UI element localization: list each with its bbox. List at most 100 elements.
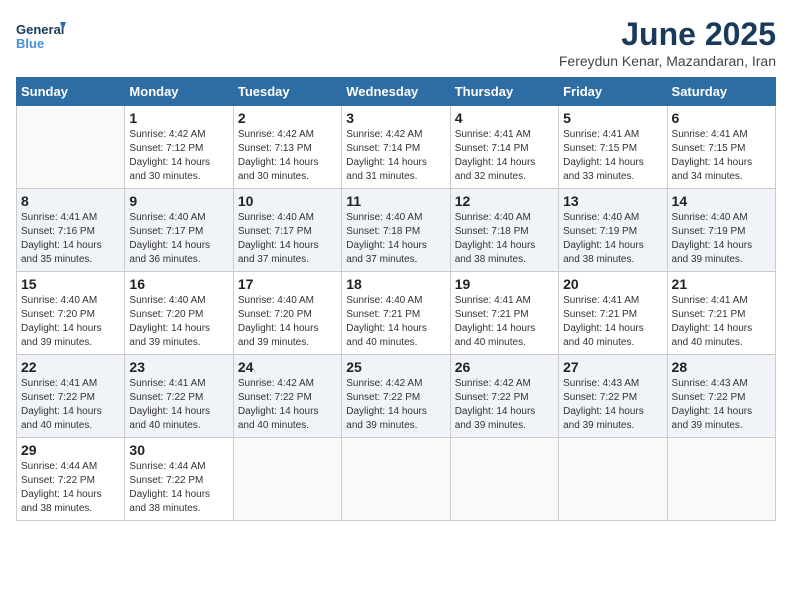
calendar-cell: 18 Sunrise: 4:40 AM Sunset: 7:21 PM Dayli… [342,272,450,355]
calendar-cell [17,106,125,189]
logo-svg: General Blue [16,16,66,58]
cell-info: Sunrise: 4:40 AM Sunset: 7:20 PM Dayligh… [238,294,337,350]
calendar-cell: 29 Sunrise: 4:44 AM Sunset: 7:22 PM Dayli… [17,438,125,521]
cell-info: Sunrise: 4:42 AM Sunset: 7:22 PM Dayligh… [238,377,337,433]
calendar-cell: 28 Sunrise: 4:43 AM Sunset: 7:22 PM Dayli… [667,355,775,438]
day-number: 17 [238,276,337,292]
day-number: 19 [455,276,554,292]
cell-info: Sunrise: 4:41 AM Sunset: 7:21 PM Dayligh… [455,294,554,350]
calendar-cell: 5 Sunrise: 4:41 AM Sunset: 7:15 PM Daylig… [559,106,667,189]
calendar-cell: 22 Sunrise: 4:41 AM Sunset: 7:22 PM Dayli… [17,355,125,438]
calendar-cell [342,438,450,521]
logo: General Blue [16,16,66,58]
header-day-tuesday: Tuesday [233,78,341,106]
month-title: June 2025 [559,16,776,53]
cell-info: Sunrise: 4:41 AM Sunset: 7:21 PM Dayligh… [672,294,771,350]
day-number: 16 [129,276,228,292]
cell-info: Sunrise: 4:42 AM Sunset: 7:13 PM Dayligh… [238,128,337,184]
day-number: 15 [21,276,120,292]
cell-info: Sunrise: 4:41 AM Sunset: 7:22 PM Dayligh… [21,377,120,433]
day-number: 26 [455,359,554,375]
cell-info: Sunrise: 4:41 AM Sunset: 7:15 PM Dayligh… [672,128,771,184]
cell-info: Sunrise: 4:40 AM Sunset: 7:17 PM Dayligh… [238,211,337,267]
cell-info: Sunrise: 4:43 AM Sunset: 7:22 PM Dayligh… [563,377,662,433]
day-number: 3 [346,110,445,126]
header-day-sunday: Sunday [17,78,125,106]
cell-info: Sunrise: 4:40 AM Sunset: 7:20 PM Dayligh… [129,294,228,350]
day-number: 1 [129,110,228,126]
cell-info: Sunrise: 4:42 AM Sunset: 7:12 PM Dayligh… [129,128,228,184]
day-number: 5 [563,110,662,126]
cell-info: Sunrise: 4:41 AM Sunset: 7:15 PM Dayligh… [563,128,662,184]
header-day-monday: Monday [125,78,233,106]
calendar-cell: 23 Sunrise: 4:41 AM Sunset: 7:22 PM Dayli… [125,355,233,438]
day-number: 27 [563,359,662,375]
calendar-cell: 11Sunrise: 4:40 AM Sunset: 7:18 PM Dayli… [342,189,450,272]
cell-info: Sunrise: 4:40 AM Sunset: 7:18 PM Dayligh… [346,211,445,267]
calendar-cell: 3 Sunrise: 4:42 AM Sunset: 7:14 PM Daylig… [342,106,450,189]
header-day-wednesday: Wednesday [342,78,450,106]
day-number: 18 [346,276,445,292]
header-day-friday: Friday [559,78,667,106]
day-number: 28 [672,359,771,375]
week-row-5: 29 Sunrise: 4:44 AM Sunset: 7:22 PM Dayli… [17,438,776,521]
day-number: 25 [346,359,445,375]
cell-info: Sunrise: 4:44 AM Sunset: 7:22 PM Dayligh… [129,460,228,516]
cell-info: Sunrise: 4:40 AM Sunset: 7:21 PM Dayligh… [346,294,445,350]
svg-text:General: General [16,22,64,37]
cell-info: Sunrise: 4:40 AM Sunset: 7:19 PM Dayligh… [563,211,662,267]
day-number: 21 [672,276,771,292]
header-day-thursday: Thursday [450,78,558,106]
day-number: 10 [238,193,337,209]
calendar-cell: 25 Sunrise: 4:42 AM Sunset: 7:22 PM Dayli… [342,355,450,438]
day-number: 9 [129,193,228,209]
cell-info: Sunrise: 4:40 AM Sunset: 7:17 PM Dayligh… [129,211,228,267]
day-number: 13 [563,193,662,209]
calendar-cell: 13 Sunrise: 4:40 AM Sunset: 7:19 PM Dayli… [559,189,667,272]
day-number: 23 [129,359,228,375]
day-number: 30 [129,442,228,458]
calendar-cell: 12Sunrise: 4:40 AM Sunset: 7:18 PM Dayli… [450,189,558,272]
cell-info: Sunrise: 4:42 AM Sunset: 7:14 PM Dayligh… [346,128,445,184]
location-subtitle: Fereydun Kenar, Mazandaran, Iran [559,53,776,69]
calendar-cell: 24 Sunrise: 4:42 AM Sunset: 7:22 PM Dayli… [233,355,341,438]
calendar-cell: 19 Sunrise: 4:41 AM Sunset: 7:21 PM Dayli… [450,272,558,355]
day-number: 24 [238,359,337,375]
cell-info: Sunrise: 4:41 AM Sunset: 7:16 PM Dayligh… [21,211,120,267]
header-day-saturday: Saturday [667,78,775,106]
calendar-cell: 8Sunrise: 4:41 AM Sunset: 7:16 PM Daylig… [17,189,125,272]
cell-info: Sunrise: 4:43 AM Sunset: 7:22 PM Dayligh… [672,377,771,433]
calendar-cell: 10 Sunrise: 4:40 AM Sunset: 7:17 PM Dayli… [233,189,341,272]
cell-info: Sunrise: 4:41 AM Sunset: 7:22 PM Dayligh… [129,377,228,433]
day-number: 22 [21,359,120,375]
header-row: SundayMondayTuesdayWednesdayThursdayFrid… [17,78,776,106]
day-number: 29 [21,442,120,458]
week-row-4: 22 Sunrise: 4:41 AM Sunset: 7:22 PM Dayli… [17,355,776,438]
day-number: 2 [238,110,337,126]
calendar-cell: 15 Sunrise: 4:40 AM Sunset: 7:20 PM Dayli… [17,272,125,355]
cell-info: Sunrise: 4:42 AM Sunset: 7:22 PM Dayligh… [455,377,554,433]
svg-text:Blue: Blue [16,36,44,51]
cell-info: Sunrise: 4:41 AM Sunset: 7:14 PM Dayligh… [455,128,554,184]
calendar-table: SundayMondayTuesdayWednesdayThursdayFrid… [16,77,776,521]
calendar-cell: 2 Sunrise: 4:42 AM Sunset: 7:13 PM Daylig… [233,106,341,189]
week-row-2: 8Sunrise: 4:41 AM Sunset: 7:16 PM Daylig… [17,189,776,272]
calendar-cell: 27 Sunrise: 4:43 AM Sunset: 7:22 PM Dayli… [559,355,667,438]
day-number: 4 [455,110,554,126]
calendar-cell: 26 Sunrise: 4:42 AM Sunset: 7:22 PM Dayli… [450,355,558,438]
title-area: June 2025 Fereydun Kenar, Mazandaran, Ir… [559,16,776,69]
cell-info: Sunrise: 4:44 AM Sunset: 7:22 PM Dayligh… [21,460,120,516]
cell-info: Sunrise: 4:40 AM Sunset: 7:20 PM Dayligh… [21,294,120,350]
calendar-cell: 30 Sunrise: 4:44 AM Sunset: 7:22 PM Dayli… [125,438,233,521]
calendar-cell: 4 Sunrise: 4:41 AM Sunset: 7:14 PM Daylig… [450,106,558,189]
day-number: 6 [672,110,771,126]
cell-info: Sunrise: 4:42 AM Sunset: 7:22 PM Dayligh… [346,377,445,433]
calendar-cell: 9 Sunrise: 4:40 AM Sunset: 7:17 PM Daylig… [125,189,233,272]
calendar-cell [233,438,341,521]
calendar-cell: 1 Sunrise: 4:42 AM Sunset: 7:12 PM Daylig… [125,106,233,189]
calendar-cell: 20Sunrise: 4:41 AM Sunset: 7:21 PM Dayli… [559,272,667,355]
header: General Blue June 2025 Fereydun Kenar, M… [16,16,776,69]
calendar-cell [559,438,667,521]
calendar-cell: 16 Sunrise: 4:40 AM Sunset: 7:20 PM Dayli… [125,272,233,355]
day-number: 20 [563,276,662,292]
